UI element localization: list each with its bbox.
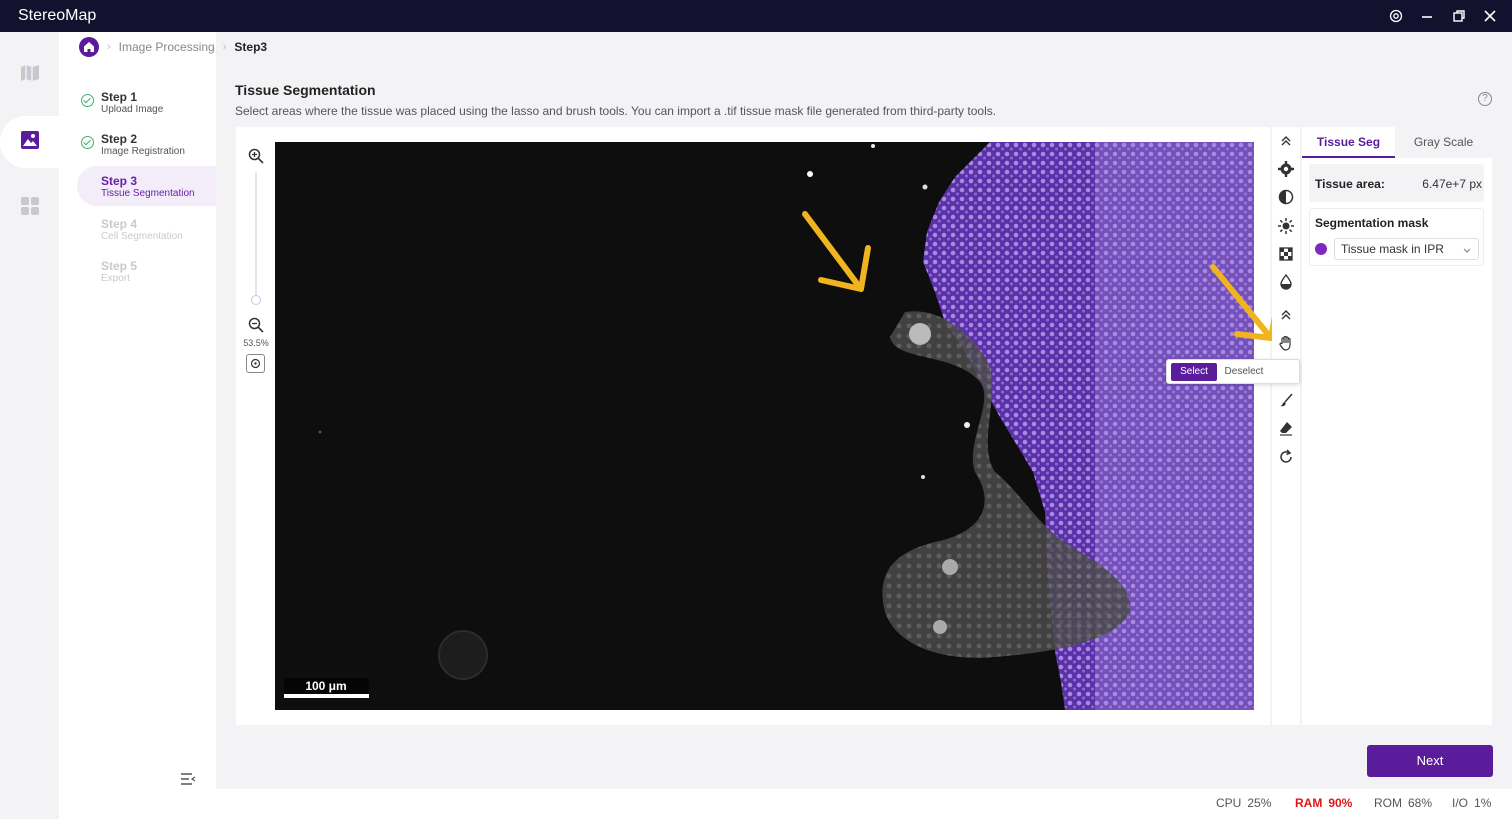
cpu-label: CPU xyxy=(1216,796,1242,810)
rail-image-processing[interactable] xyxy=(0,116,59,168)
image-icon xyxy=(20,130,40,155)
scale-bar xyxy=(284,694,369,698)
step-subtitle: Tissue Segmentation xyxy=(101,188,195,199)
tissue-area-value: 6.47e+7 px xyxy=(1422,177,1482,191)
zoom-slider[interactable] xyxy=(255,172,257,297)
title-bar: StereoMap xyxy=(0,0,1512,32)
io-label: I/O xyxy=(1452,796,1469,810)
chevron-right-icon: › xyxy=(107,41,111,53)
selection-mode-popover: Select Deselect xyxy=(1166,359,1300,384)
collapse-up-icon-2[interactable] xyxy=(1276,305,1296,325)
contrast-icon[interactable] xyxy=(1276,187,1296,207)
step-title: Step 5 xyxy=(101,259,138,273)
tissue-area-label: Tissue area: xyxy=(1315,177,1385,191)
ram-label: RAM xyxy=(1295,796,1323,810)
home-icon[interactable] xyxy=(79,37,99,57)
step-subtitle: Upload Image xyxy=(101,104,164,115)
app-title: StereoMap xyxy=(18,7,97,24)
io-value: 1% xyxy=(1474,796,1492,810)
brightness-icon[interactable] xyxy=(1276,216,1296,236)
step-title: Step 4 xyxy=(101,217,138,231)
rail-map[interactable] xyxy=(0,49,59,101)
page-title: Tissue Segmentation xyxy=(235,82,376,98)
cpu-value: 25% xyxy=(1247,796,1272,810)
collapse-sidebar-icon[interactable] xyxy=(180,772,196,791)
minimize-icon[interactable] xyxy=(1417,6,1437,26)
breadcrumb-current: Step3 xyxy=(234,40,268,54)
left-rail xyxy=(0,32,59,819)
restore-icon[interactable] xyxy=(1449,6,1469,26)
reset-icon[interactable] xyxy=(1276,447,1296,467)
hand-pan-icon[interactable] xyxy=(1276,333,1296,353)
io-stat: I/O 1% xyxy=(1452,796,1491,810)
select-mode-button[interactable]: Select xyxy=(1171,363,1217,381)
chevron-down-icon[interactable] xyxy=(1462,243,1472,261)
segmentation-mask-select[interactable]: Tissue mask in IPR xyxy=(1334,238,1479,260)
step-subtitle: Export xyxy=(101,273,130,284)
tissue-image: 100 μm xyxy=(275,142,1254,710)
close-icon[interactable] xyxy=(1480,6,1500,26)
collapse-up-icon[interactable] xyxy=(1276,131,1296,151)
cpu-stat: CPU 25% xyxy=(1216,796,1271,810)
step-title: Step 1 xyxy=(101,90,138,104)
breadcrumb-parent[interactable]: Image Processing xyxy=(119,40,215,54)
zoom-out-icon[interactable] xyxy=(246,315,266,335)
ram-value: 90% xyxy=(1328,796,1353,810)
help-icon[interactable]: ? xyxy=(1478,92,1492,106)
step-subtitle: Cell Segmentation xyxy=(101,231,183,242)
check-circle-icon xyxy=(81,94,94,107)
brush-icon[interactable] xyxy=(1276,390,1296,410)
step-5: Step 5 Export xyxy=(77,251,216,291)
step-subtitle: Image Registration xyxy=(101,146,185,157)
tab-gray-scale[interactable]: Gray Scale xyxy=(1395,127,1492,158)
step-1[interactable]: Step 1 Upload Image xyxy=(77,82,216,122)
settings-gear-icon[interactable] xyxy=(1276,159,1296,179)
segmentation-mask-label: Segmentation mask xyxy=(1315,216,1429,230)
chevron-right-icon: › xyxy=(222,41,227,53)
map-icon xyxy=(19,64,41,87)
step-4: Step 4 Cell Segmentation xyxy=(77,209,216,249)
rom-label: ROM xyxy=(1374,796,1402,810)
droplet-icon[interactable] xyxy=(1276,272,1296,292)
scale-bar-label: 100 μm xyxy=(305,679,346,693)
rail-apps[interactable] xyxy=(0,182,59,234)
zoom-in-icon[interactable] xyxy=(246,146,266,166)
check-circle-icon xyxy=(81,136,94,149)
breadcrumb: › Image Processing › Step3 xyxy=(79,36,267,58)
step-3[interactable]: Step 3 Tissue Segmentation xyxy=(77,166,216,206)
settings-icon[interactable] xyxy=(1386,6,1406,26)
next-button[interactable]: Next xyxy=(1367,745,1493,777)
eraser-icon[interactable] xyxy=(1276,418,1296,438)
tab-tissue-seg[interactable]: Tissue Seg xyxy=(1302,127,1395,158)
deselect-mode-button[interactable]: Deselect xyxy=(1219,363,1269,381)
checker-icon[interactable] xyxy=(1276,244,1296,264)
step-2[interactable]: Step 2 Image Registration xyxy=(77,124,216,164)
step-title: Step 3 xyxy=(101,174,138,188)
mask-color-swatch xyxy=(1315,243,1327,255)
image-canvas[interactable]: 100 μm xyxy=(275,142,1254,710)
grid-icon xyxy=(20,196,40,221)
page-description: Select areas where the tissue was placed… xyxy=(235,104,997,118)
fit-view-icon[interactable] xyxy=(246,354,265,373)
rom-stat: ROM 68% xyxy=(1374,796,1432,810)
step-title: Step 2 xyxy=(101,132,138,146)
ram-stat: RAM 90% xyxy=(1295,796,1352,810)
zoom-slider-handle[interactable] xyxy=(251,295,261,305)
rom-value: 68% xyxy=(1408,796,1433,810)
zoom-level: 53.5% xyxy=(243,338,269,348)
